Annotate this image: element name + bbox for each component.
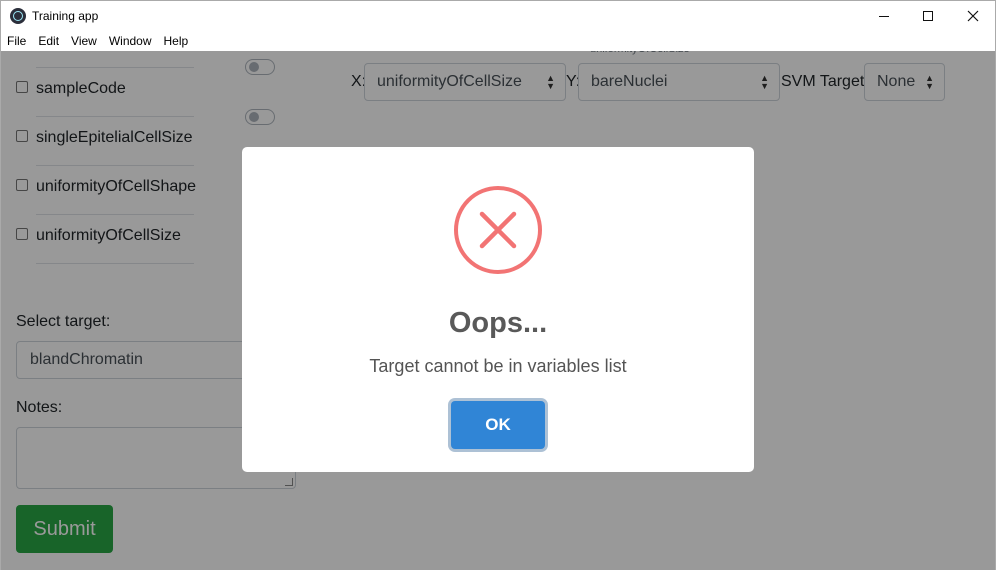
menu-view[interactable]: View [65, 30, 103, 51]
menu-edit[interactable]: Edit [32, 30, 65, 51]
error-x-icon [454, 186, 542, 274]
close-button[interactable] [950, 1, 996, 31]
app-icon [10, 8, 26, 24]
menu-file[interactable]: File [1, 30, 32, 51]
minimize-icon [879, 15, 889, 17]
error-dialog: Oops... Target cannot be in variables li… [242, 147, 754, 472]
close-icon [967, 10, 979, 22]
dialog-title: Oops... [448, 307, 548, 339]
menu-help[interactable]: Help [158, 30, 195, 51]
minimize-button[interactable] [861, 1, 907, 31]
app-content: sampleCode singleEpitelialCellSize unifo… [0, 51, 996, 570]
maximize-button[interactable] [905, 1, 951, 31]
menu-bar: File Edit View Window Help [0, 30, 996, 51]
ok-button[interactable]: OK [451, 401, 545, 449]
window-border [0, 0, 1, 570]
menu-window[interactable]: Window [103, 30, 158, 51]
window-title: Training app [32, 9, 99, 23]
maximize-icon [923, 11, 933, 21]
dialog-message: Target cannot be in variables list [369, 356, 627, 376]
window-titlebar: Training app [0, 0, 996, 30]
